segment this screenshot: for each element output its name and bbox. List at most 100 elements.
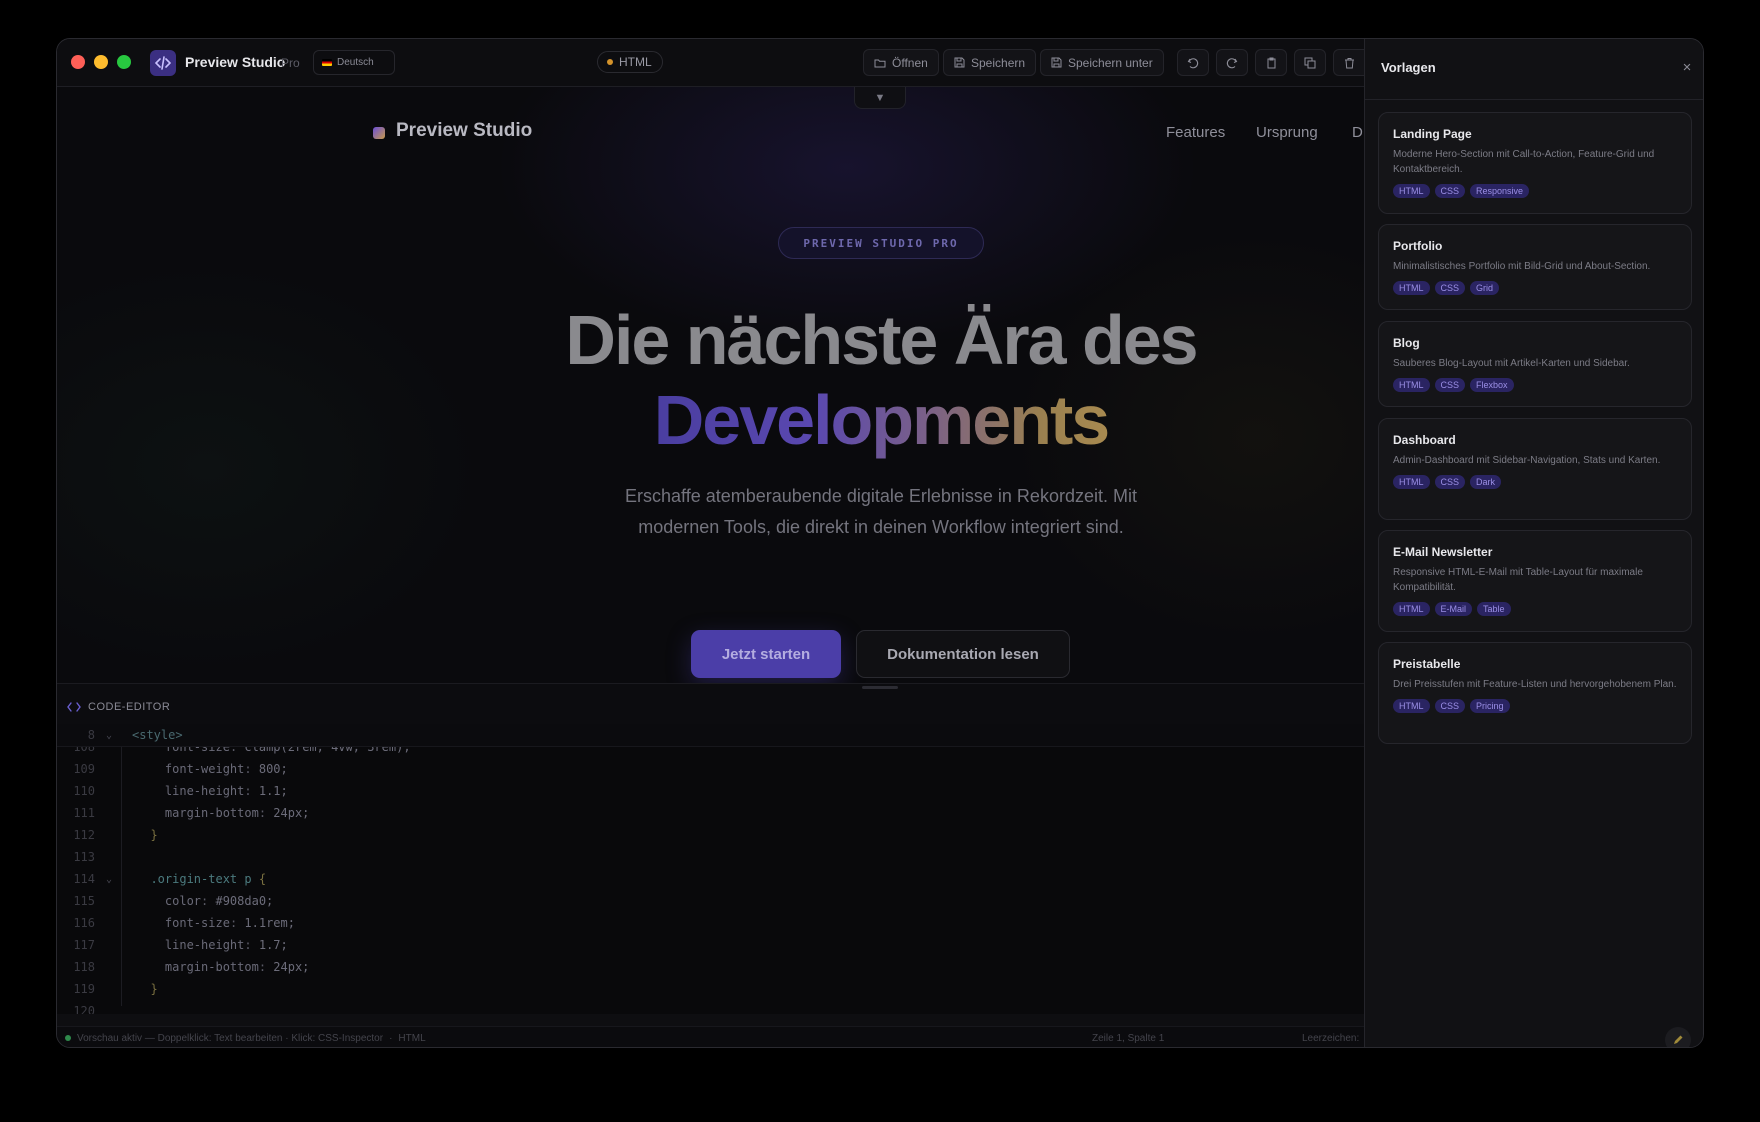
- indent-setting[interactable]: Leerzeichen:: [1302, 1033, 1359, 1044]
- template-tags: HTML CSS Grid: [1393, 281, 1677, 295]
- templates-panel-header: Vorlagen ×: [1365, 39, 1703, 100]
- nav-link-features[interactable]: Features: [1166, 124, 1225, 141]
- template-tag: HTML: [1393, 699, 1430, 713]
- line-number: 120: [73, 1004, 95, 1014]
- cta-secondary-button[interactable]: Dokumentation lesen: [856, 630, 1070, 678]
- open-label: Öffnen: [892, 55, 928, 70]
- hero-headline-line1[interactable]: Die nächste Ära des: [57, 300, 1364, 380]
- clipboard-icon: [1267, 57, 1275, 68]
- template-tags: HTML CSS Dark: [1393, 475, 1677, 489]
- code-line[interactable]: 111 margin-bottom: 24px;: [57, 802, 1364, 824]
- chevron-down-icon[interactable]: ⌄: [95, 874, 123, 885]
- preview-pane[interactable]: ▼ Preview Studio Features Ursprung D PRE…: [57, 87, 1364, 683]
- template-tag: Dark: [1470, 475, 1502, 489]
- sticky-scroll-line[interactable]: 8 ⌄ <style>: [57, 724, 1364, 747]
- delete-button[interactable]: [1333, 49, 1364, 76]
- template-tag: HTML: [1393, 475, 1430, 489]
- code-text: font-size: 1.1rem;: [164, 916, 295, 930]
- hero-subtitle-line1: Erschaffe atemberaubende digitale Erlebn…: [625, 486, 1137, 506]
- templates-title: Vorlagen: [1381, 60, 1436, 75]
- template-description: Minimalistisches Portfolio mit Bild-Grid…: [1393, 261, 1651, 272]
- template-card[interactable]: Preistabelle Drei Preisstufen mit Feature…: [1378, 642, 1692, 744]
- hero-subtitle-line2: modernen Tools, die direkt in deinen Wor…: [638, 517, 1124, 537]
- maximize-window-button[interactable]: [117, 55, 131, 69]
- chevron-down-icon[interactable]: ⌄: [95, 730, 123, 741]
- language-label: Deutsch: [337, 57, 374, 68]
- template-tag: CSS: [1434, 699, 1466, 713]
- chevron-down-icon: ▼: [874, 91, 886, 104]
- hero-headline-line2[interactable]: Developments: [57, 380, 1364, 460]
- close-window-button[interactable]: [71, 55, 85, 69]
- mode-dot-icon: [607, 59, 613, 65]
- code-line[interactable]: 119 }: [57, 978, 1364, 1000]
- code-line[interactable]: 110 line-height: 1.1;: [57, 780, 1364, 802]
- toolbar-toggle-button[interactable]: ▼: [854, 87, 906, 109]
- app-edition: Pro: [281, 56, 300, 70]
- template-tag: CSS: [1434, 475, 1466, 489]
- code-icon: [67, 701, 81, 712]
- nav-link-ursprung[interactable]: Ursprung: [1256, 124, 1318, 141]
- code-line[interactable]: 114 ⌄ .origin-text p {: [57, 868, 1364, 890]
- eyebrow-badge: PREVIEW STUDIO PRO: [778, 227, 984, 259]
- status-bar: Vorschau aktiv — Doppelklick: Text bearb…: [57, 1026, 1364, 1047]
- clipboard-button[interactable]: [1255, 49, 1287, 76]
- template-title: Landing Page: [1393, 127, 1472, 141]
- code-line[interactable]: 120: [57, 1000, 1364, 1014]
- mode-label: HTML: [619, 55, 652, 69]
- code-text: color: #908da0;: [164, 894, 274, 908]
- code-line[interactable]: 116 font-size: 1.1rem;: [57, 912, 1364, 934]
- code-lines[interactable]: 108 font-size: clamp(2rem, 4vw, 3rem); 10…: [57, 736, 1364, 1014]
- template-card[interactable]: Portfolio Minimalistisches Portfolio mit …: [1378, 224, 1692, 310]
- line-number: 111: [73, 806, 95, 820]
- template-title: Portfolio: [1393, 239, 1443, 253]
- line-number: 117: [73, 938, 95, 952]
- close-icon[interactable]: ×: [1678, 59, 1696, 76]
- save-as-label: Speichern unter: [1068, 55, 1153, 70]
- template-card[interactable]: E-Mail Newsletter Responsive HTML-E-Mail …: [1378, 530, 1692, 632]
- templates-panel: Vorlagen × Landing Page Moderne Hero-Sect…: [1364, 39, 1703, 1047]
- site-logo-icon: [373, 127, 385, 139]
- code-text: margin-bottom: 24px;: [164, 806, 310, 820]
- language-select[interactable]: Deutsch: [313, 50, 395, 75]
- title-bar: Preview Studio Pro Deutsch HTML Öffnen S…: [57, 39, 1364, 87]
- status-ok-icon: [65, 1035, 71, 1041]
- code-line[interactable]: 117 line-height: 1.7;: [57, 934, 1364, 956]
- hero-subtitle[interactable]: Erschaffe atemberaubende digitale Erlebn…: [531, 481, 1231, 543]
- undo-button[interactable]: [1177, 49, 1209, 76]
- template-card[interactable]: Blog Sauberes Blog-Layout mit Artikel-Kar…: [1378, 321, 1692, 407]
- code-line[interactable]: 115 color: #908da0;: [57, 890, 1364, 912]
- redo-button[interactable]: [1216, 49, 1248, 76]
- template-tag: E-Mail: [1434, 602, 1473, 616]
- pen-button[interactable]: [1665, 1027, 1691, 1047]
- code-line[interactable]: 113: [57, 846, 1364, 868]
- redo-icon: [1226, 57, 1238, 68]
- mode-badge[interactable]: HTML: [597, 51, 663, 73]
- line-number: 114: [73, 872, 95, 886]
- copy-button[interactable]: [1294, 49, 1326, 76]
- open-button[interactable]: Öffnen: [863, 49, 939, 76]
- template-card[interactable]: Dashboard Admin-Dashboard mit Sidebar-Nav…: [1378, 418, 1692, 520]
- code-line[interactable]: 112 }: [57, 824, 1364, 846]
- template-description: Sauberes Blog-Layout mit Artikel-Karten …: [1393, 358, 1630, 369]
- template-description: Responsive HTML-E-Mail mit Table-Layout …: [1393, 567, 1643, 593]
- line-number: 8: [87, 728, 95, 742]
- code-editor[interactable]: 8 ⌄ <style> 108 font-size: clamp(2rem, 4…: [57, 724, 1364, 1014]
- minimize-window-button[interactable]: [94, 55, 108, 69]
- code-text: font-weight: 800;: [164, 762, 288, 776]
- status-text: Vorschau aktiv — Doppelklick: Text bearb…: [77, 1032, 384, 1044]
- template-card[interactable]: Landing Page Moderne Hero-Section mit Cal…: [1378, 112, 1692, 214]
- line-number: 116: [73, 916, 95, 930]
- template-tag: Responsive: [1470, 184, 1530, 198]
- editor-title: CODE-EDITOR: [88, 700, 171, 713]
- cta-primary-button[interactable]: Jetzt starten: [691, 630, 841, 678]
- save-button[interactable]: Speichern: [943, 49, 1037, 76]
- code-line[interactable]: 109 font-weight: 800;: [57, 758, 1364, 780]
- nav-link-truncated[interactable]: D: [1352, 124, 1363, 141]
- save-as-button[interactable]: Speichern unter: [1040, 49, 1164, 76]
- line-number: 112: [73, 828, 95, 842]
- template-tag: Grid: [1470, 281, 1500, 295]
- cursor-position[interactable]: Zeile 1, Spalte 1: [1092, 1033, 1164, 1044]
- code-line[interactable]: 118 margin-bottom: 24px;: [57, 956, 1364, 978]
- template-description: Moderne Hero-Section mit Call-to-Action,…: [1393, 149, 1655, 175]
- site-brand[interactable]: Preview Studio: [396, 120, 532, 142]
